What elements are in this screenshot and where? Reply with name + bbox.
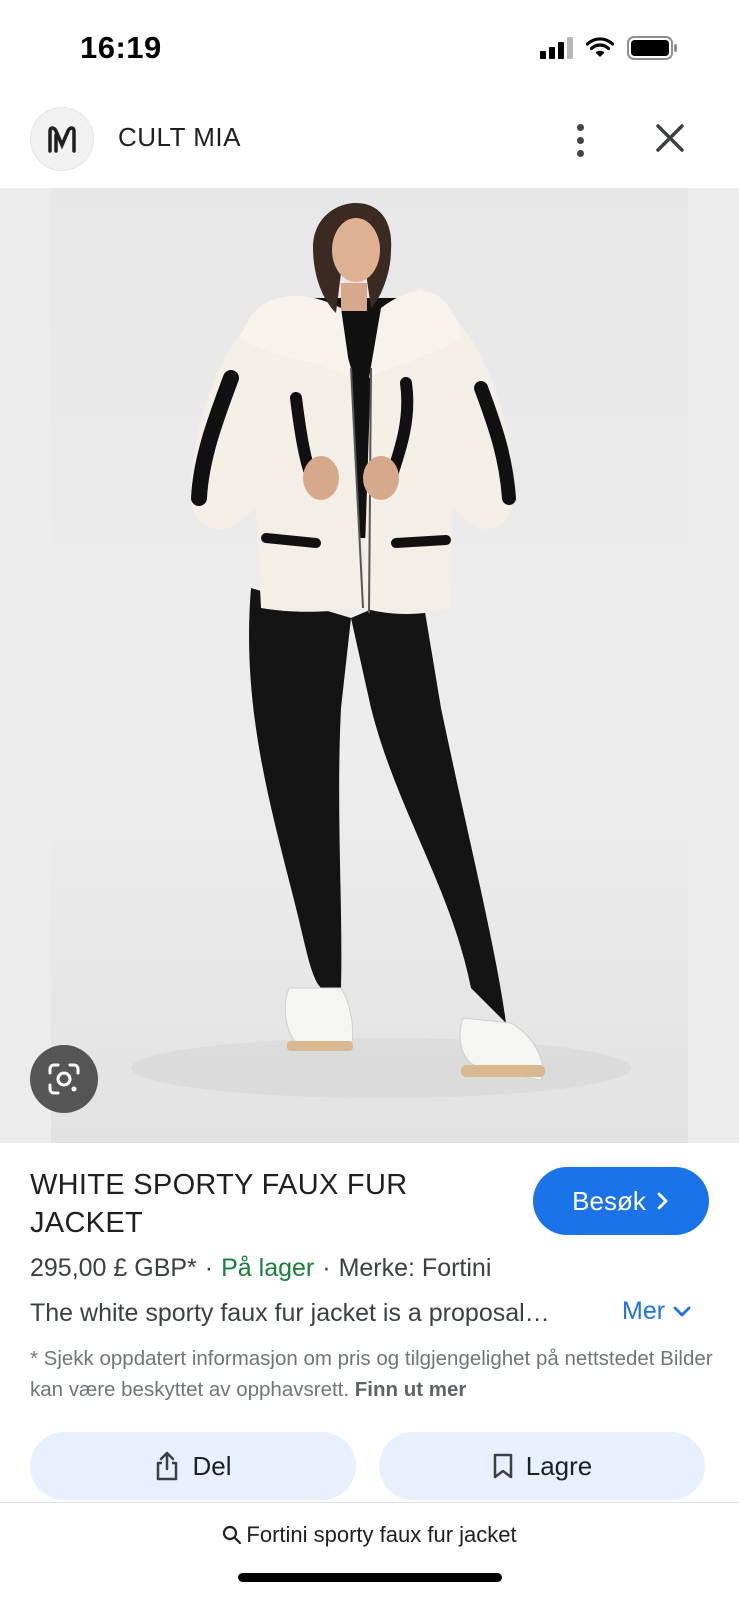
cult-mia-logo-icon[interactable]	[30, 107, 94, 171]
home-indicator[interactable]	[238, 1573, 502, 1582]
visit-button[interactable]: Besøk	[533, 1167, 709, 1235]
save-button[interactable]: Lagre	[379, 1432, 705, 1500]
source-header: CULT MIA	[0, 100, 739, 188]
meta-separator: ·	[322, 1254, 331, 1282]
bottom-search-query[interactable]: Fortini sporty faux fur jacket	[0, 1522, 739, 1548]
search-query-text: Fortini sporty faux fur jacket	[246, 1522, 517, 1547]
product-description: The white sporty faux fur jacket is a pr…	[30, 1299, 550, 1327]
cellular-signal-icon	[540, 37, 573, 59]
more-options-icon[interactable]	[560, 116, 600, 164]
status-icons	[540, 36, 679, 60]
meta-separator: ·	[204, 1254, 214, 1282]
stock-status: På lager	[221, 1254, 315, 1282]
product-brand: Merke: Fortini	[338, 1254, 492, 1282]
visit-button-label: Besøk	[572, 1185, 646, 1216]
save-label: Lagre	[525, 1450, 593, 1481]
close-icon[interactable]	[650, 118, 690, 158]
product-price: 295,00 £ GBP*	[30, 1254, 197, 1282]
product-photo[interactable]	[51, 188, 688, 1143]
chevron-right-icon	[657, 1192, 668, 1210]
share-label: Del	[192, 1450, 232, 1481]
wifi-icon	[585, 37, 615, 57]
share-button[interactable]: Del	[30, 1432, 356, 1500]
bookmark-icon	[493, 1453, 512, 1479]
product-meta: 295,00 £ GBP* · På lager · Merke: Fortini	[30, 1254, 491, 1283]
product-title: WHITE SPORTY FAUX FUR JACKET	[30, 1169, 408, 1239]
learn-more-link[interactable]: Finn ut mer	[355, 1378, 467, 1401]
divider	[0, 1502, 739, 1503]
status-time: 16:19	[80, 30, 162, 65]
site-name[interactable]: CULT MIA	[118, 122, 241, 153]
more-label: Mer	[622, 1297, 666, 1325]
product-image-area	[0, 188, 739, 1143]
copyright-notice: * Sjekk oppdatert informasjon om pris og…	[30, 1343, 720, 1405]
google-lens-icon[interactable]	[30, 1045, 98, 1113]
chevron-down-icon	[673, 1306, 691, 1316]
search-icon	[223, 1525, 242, 1545]
share-icon	[157, 1451, 178, 1481]
battery-icon	[627, 36, 677, 60]
status-bar: 16:19	[0, 0, 739, 100]
more-button[interactable]: Mer	[622, 1297, 691, 1326]
